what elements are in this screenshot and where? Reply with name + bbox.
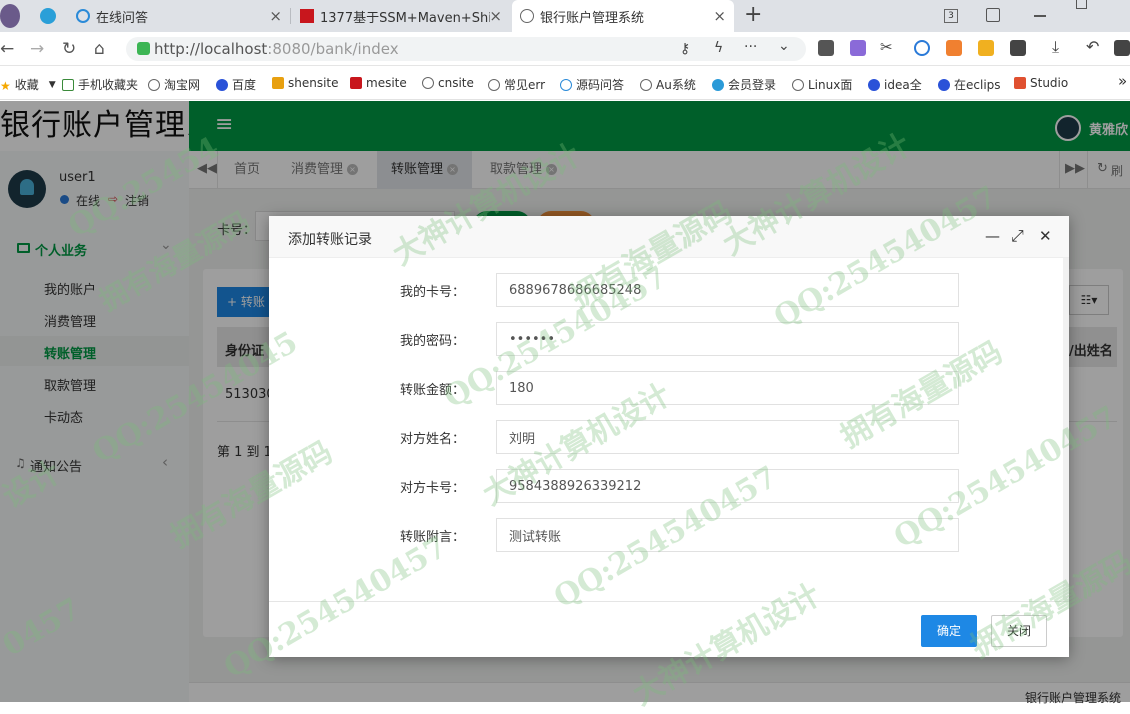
forward-icon[interactable]: → (30, 39, 44, 59)
telegram-icon[interactable] (40, 8, 56, 24)
close-tab-icon[interactable]: × (489, 7, 502, 25)
bookmark-cnsite[interactable]: cnsite (422, 76, 474, 90)
url-host: http://localhost (154, 40, 268, 58)
search-extension-icon[interactable] (914, 40, 930, 56)
bookmark-au[interactable]: Au系统 (640, 76, 696, 93)
browser-tab-label: 1377基于SSM+Maven+Shiro (320, 10, 490, 26)
bookmark-label: 在eclips (954, 78, 1001, 92)
minimize-dialog-icon[interactable]: — (985, 227, 1000, 245)
close-dialog-icon[interactable]: ✕ (1039, 227, 1052, 245)
bookmark-label: shensite (288, 76, 339, 90)
memo-field[interactable] (496, 518, 959, 552)
more-dots-icon[interactable]: ··· (744, 39, 757, 55)
dialog-title: 添加转账记录 (288, 232, 372, 248)
minimize-window-icon[interactable] (1034, 15, 1046, 17)
dialog-header[interactable]: 添加转账记录 — ⤢ ✕ (269, 216, 1069, 258)
bookmark-favorites[interactable]: ★ 收藏 ▼ (0, 76, 56, 93)
globe-icon (520, 9, 534, 23)
download-icon[interactable]: ⤓ (1052, 37, 1059, 57)
reader-extension-icon[interactable] (818, 40, 834, 56)
my-password-field[interactable] (496, 322, 959, 356)
close-tab-icon[interactable]: × (713, 7, 726, 25)
bookmark-label: Studio (1030, 76, 1069, 90)
url-text[interactable]: http://localhost:8080/bank/index (154, 40, 399, 58)
bookmark-label: mesite (366, 76, 407, 90)
bookmark-mesite[interactable]: mesite (350, 76, 407, 90)
bookmark-label: Au系统 (656, 78, 696, 92)
recipient-name-label: 对方姓名： (399, 432, 465, 447)
url-path: :8080/bank/index (267, 40, 399, 58)
my-card-field[interactable] (496, 273, 959, 307)
maximize-window-icon[interactable] (1076, 0, 1087, 9)
undo-icon[interactable]: ↶ (1086, 37, 1099, 56)
recipient-card-label: 对方卡号： (399, 481, 465, 496)
bookmark-idea[interactable]: idea全 (868, 76, 922, 93)
bookmarks-more-button[interactable]: » (1118, 72, 1127, 90)
tab-count-badge[interactable]: 3 (944, 9, 958, 23)
bookmark-label: 手机收藏夹 (78, 78, 139, 92)
bookmark-label: 收藏 (14, 78, 39, 92)
browser-avatar-icon[interactable] (0, 4, 20, 28)
site-favicon-icon (300, 9, 314, 23)
new-tab-button[interactable]: + (744, 2, 762, 27)
recipient-card-field[interactable] (496, 469, 959, 503)
bookmark-label: idea全 (884, 78, 922, 92)
apps-grid-icon[interactable] (1010, 40, 1026, 56)
menu-grid-icon[interactable] (1114, 40, 1130, 56)
bookmark-studio[interactable]: Studio (1014, 76, 1068, 90)
browser-tab-bank[interactable]: 银行账户管理系统 × (512, 0, 734, 32)
recipient-name-field[interactable] (496, 420, 959, 454)
secure-shield-icon (137, 42, 150, 55)
game-extension-icon[interactable] (946, 40, 962, 56)
bookmark-member-login[interactable]: 会员登录 (712, 76, 776, 93)
close-button[interactable]: 关闭 (991, 615, 1047, 647)
lightning-icon[interactable]: ϟ (714, 40, 723, 56)
bookmark-eclipse[interactable]: 在eclips (938, 76, 1001, 93)
dropdown-chevron-icon[interactable]: ⌄ (778, 38, 790, 54)
qa-site-icon (76, 9, 90, 23)
bookmark-err[interactable]: 常见err (488, 76, 545, 93)
bookmark-label: 百度 (232, 78, 257, 92)
bookmark-source-qa[interactable]: 源码问答 (560, 76, 624, 93)
shirt-icon[interactable] (986, 8, 1000, 22)
scissors-icon[interactable]: ✂ (880, 38, 893, 56)
bookmark-label: 会员登录 (728, 78, 777, 92)
dialog-scrollbar[interactable] (1063, 258, 1069, 601)
back-icon[interactable]: ← (0, 39, 14, 59)
bookmark-taobao[interactable]: 淘宝网 (148, 76, 200, 93)
bookmark-mobile[interactable]: 手机收藏夹 (62, 76, 138, 93)
browser-tab-label: 在线问答 (96, 10, 149, 26)
amount-field[interactable] (496, 371, 959, 405)
close-tab-icon[interactable]: × (269, 7, 282, 25)
add-transfer-dialog: 添加转账记录 — ⤢ ✕ 我的卡号： 我的密码： 转账金额： 对方姓名： 对方卡… (269, 216, 1069, 657)
my-password-label: 我的密码： (399, 334, 465, 349)
bookmark-label: cnsite (438, 76, 474, 90)
browser-tab-ssm[interactable]: 1377基于SSM+Maven+Shiro × (292, 0, 510, 32)
amount-label: 转账金额： (399, 383, 465, 398)
browser-tab-label: 银行账户管理系统 (540, 10, 645, 26)
browser-tab-qa[interactable]: 在线问答 × (68, 0, 290, 32)
dialog-footer: 确定 关闭 (269, 601, 1069, 657)
translate-extension-icon[interactable] (850, 40, 866, 56)
maximize-dialog-icon[interactable]: ⤢ (1011, 226, 1024, 246)
home-icon[interactable]: ⌂ (94, 39, 105, 59)
shield-extension-icon[interactable] (978, 40, 994, 56)
browser-tab-bar: 在线问答 × 1377基于SSM+Maven+Shiro × 银行账户管理系统 … (0, 0, 1130, 32)
bookmark-baidu[interactable]: 百度 (216, 76, 256, 93)
confirm-button[interactable]: 确定 (921, 615, 977, 647)
bookmark-label: Linux面 (808, 78, 853, 92)
bookmark-linux[interactable]: Linux面 (792, 76, 852, 93)
key-icon[interactable]: ⚷ (680, 41, 690, 57)
my-card-label: 我的卡号： (399, 285, 465, 300)
bookmark-label: 淘宝网 (164, 78, 201, 92)
bookmark-shensite[interactable]: shensite (272, 76, 339, 90)
memo-label: 转账附言： (399, 530, 465, 545)
bookmark-label: 常见err (504, 78, 546, 92)
reload-icon[interactable]: ↻ (62, 39, 76, 59)
bookmark-label: 源码问答 (576, 78, 625, 92)
